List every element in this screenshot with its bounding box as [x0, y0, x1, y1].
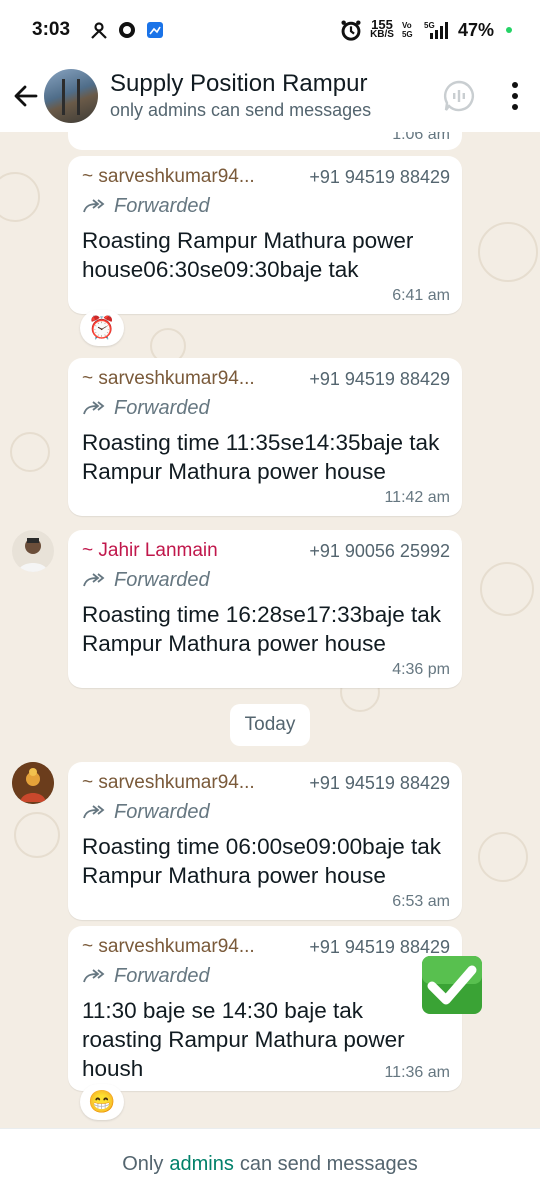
group-name: Supply Position Rampur	[110, 70, 368, 97]
forwarded-label: Forwarded	[82, 962, 450, 990]
group-subtitle: only admins can send messages	[110, 100, 372, 120]
message-bubble[interactable]: ~ Jahir Lanmain +91 90056 25992 Forwarde…	[68, 530, 462, 688]
group-avatar[interactable]	[44, 69, 98, 123]
forward-arrow-icon	[83, 199, 105, 213]
message-bubble[interactable]: ~ sarveshkumar94... +91 94519 88429 Forw…	[68, 156, 462, 314]
sender-phone: +91 90056 25992	[309, 541, 450, 561]
deity-avatar-icon	[12, 762, 54, 804]
sender-avatar[interactable]	[12, 530, 54, 572]
group-info[interactable]: Supply Position Rampur only admins can s…	[110, 70, 442, 122]
whatsapp-icon	[119, 22, 136, 38]
reaction-badge[interactable]: 😁	[80, 1084, 124, 1120]
forwarded-label: Forwarded	[82, 192, 450, 220]
privacy-dot	[506, 27, 512, 33]
message-text: Roasting Rampur Mathura power house06:30…	[82, 228, 414, 282]
sender-phone: +91 94519 88429	[309, 167, 450, 187]
admins-only-footer: Only admins can send messages	[0, 1128, 540, 1200]
sender-name[interactable]: ~ Jahir Lanmain	[82, 538, 218, 564]
forward-arrow-icon	[83, 573, 105, 587]
previous-message-time: 1:06 am	[68, 132, 462, 150]
svg-text:5G: 5G	[424, 21, 435, 30]
forwarded-label: Forwarded	[82, 798, 450, 826]
message-text: Roasting time 06:00se09:00baje tak Rampu…	[82, 834, 441, 888]
wallpaper-doodle	[10, 432, 50, 472]
footer-suffix: can send messages	[239, 1153, 418, 1175]
green-check-icon	[422, 956, 482, 1014]
message-time: 6:41 am	[392, 287, 450, 304]
message-time: 6:53 am	[392, 893, 450, 910]
wallpaper-doodle	[480, 562, 534, 616]
sender-name[interactable]: ~ sarveshkumar94...	[82, 366, 255, 392]
sender-phone: +91 94519 88429	[309, 773, 450, 793]
footer-prefix: Only	[122, 1153, 164, 1175]
forwarded-label: Forwarded	[82, 566, 450, 594]
forward-arrow-icon	[83, 805, 105, 819]
volte-indicator: Vo 5G	[401, 21, 413, 39]
sender-phone: +91 94519 88429	[309, 369, 450, 389]
chat-header: Supply Position Rampur only admins can s…	[0, 60, 540, 132]
voice-chat-icon[interactable]	[442, 79, 476, 113]
person-avatar-icon	[18, 538, 48, 572]
alarm-icon	[341, 20, 361, 41]
wallpaper-doodle	[478, 222, 538, 282]
reaction-badge[interactable]: ⏰	[80, 310, 124, 346]
status-time: 3:03	[32, 19, 71, 40]
date-divider: Today	[230, 704, 310, 746]
sender-name[interactable]: ~ sarveshkumar94...	[82, 770, 255, 796]
message-text: Roasting time 16:28se17:33baje tak Rampu…	[82, 602, 441, 656]
message-bubble[interactable]: ~ sarveshkumar94... +91 94519 88429 Forw…	[68, 358, 462, 516]
person-icon	[91, 22, 107, 39]
network-speed: 155 KB/S	[370, 17, 394, 40]
message-time: 4:36 pm	[392, 661, 450, 678]
wallpaper-doodle	[478, 832, 528, 882]
signal-icon: 5G	[424, 21, 448, 39]
sender-avatar[interactable]	[12, 762, 54, 804]
message-bubble[interactable]: ~ sarveshkumar94... +91 94519 88429 Forw…	[68, 926, 462, 1091]
wallpaper-doodle	[0, 172, 40, 222]
chat-area[interactable]: 1:06 am ~ sarveshkumar94... +91 94519 88…	[0, 132, 540, 1128]
more-options-icon[interactable]	[512, 82, 520, 110]
status-bar: 3:03 155 KB/S Vo 5G 5G 47%	[0, 0, 540, 60]
forward-arrow-icon	[83, 969, 105, 983]
sender-name[interactable]: ~ sarveshkumar94...	[82, 164, 255, 190]
forwarded-label: Forwarded	[82, 394, 450, 422]
gallery-icon	[147, 22, 164, 38]
wallpaper-doodle	[14, 812, 60, 858]
message-bubble[interactable]: ~ sarveshkumar94... +91 94519 88429 Forw…	[68, 762, 462, 920]
sender-name[interactable]: ~ sarveshkumar94...	[82, 934, 255, 960]
admins-link[interactable]: admins	[169, 1153, 233, 1176]
back-arrow-icon[interactable]	[12, 82, 40, 110]
message-text: Roasting time 11:35se14:35baje tak Rampu…	[82, 430, 440, 484]
forward-arrow-icon	[83, 401, 105, 415]
message-time: 11:42 am	[384, 489, 450, 506]
battery-level: 47%	[457, 19, 494, 40]
